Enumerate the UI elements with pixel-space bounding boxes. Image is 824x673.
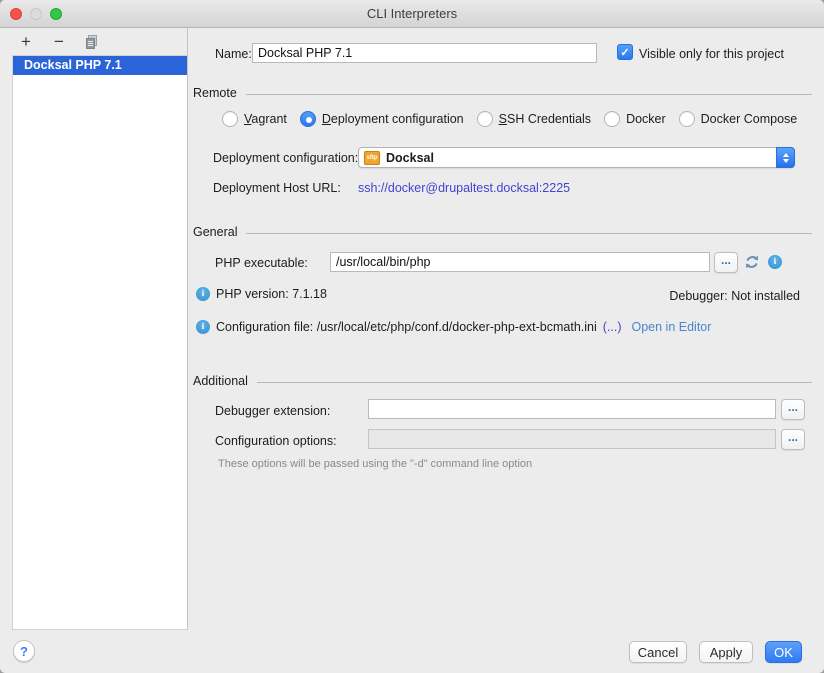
radio-deployment-label: Deployment configuration xyxy=(322,112,464,126)
section-rule xyxy=(246,94,812,95)
debugger-status-text: Debugger: Not installed xyxy=(669,289,800,303)
info-icon: i xyxy=(196,287,210,301)
sftp-icon: sftp xyxy=(364,151,380,165)
remote-section-title: Remote xyxy=(193,86,237,100)
name-label: Name: xyxy=(215,47,252,61)
interpreter-list: Docksal PHP 7.1 xyxy=(12,55,187,630)
copy-interpreter-icon[interactable] xyxy=(82,32,102,52)
configuration-options-input[interactable] xyxy=(368,429,776,449)
php-version-text: PHP version: 7.1.18 xyxy=(216,287,327,301)
radio-docker-compose-label: Docker Compose xyxy=(701,112,798,126)
radio-docker-label: Docker xyxy=(626,112,666,126)
radio-vagrant[interactable]: Vagrant xyxy=(222,111,287,127)
options-note: These options will be passed using the "… xyxy=(218,458,532,470)
deployment-host-url-label: Deployment Host URL: xyxy=(213,181,341,195)
deployment-host-url-link[interactable]: ssh://docker@drupaltest.docksal:2225 xyxy=(358,181,570,195)
help-button[interactable]: ? xyxy=(13,640,35,662)
php-executable-browse-button[interactable]: ... xyxy=(714,252,738,273)
radio-circle-icon xyxy=(477,111,493,127)
show-full-path-link[interactable]: (...) xyxy=(603,320,622,334)
section-rule xyxy=(257,382,812,383)
radio-vagrant-label: Vagrant xyxy=(244,112,287,126)
configuration-options-browse-button[interactable]: ... xyxy=(781,429,805,450)
interpreter-list-item-selected[interactable]: Docksal PHP 7.1 xyxy=(13,56,187,75)
checkmark-icon: ✓ xyxy=(620,46,629,59)
configuration-file-text: Configuration file: /usr/local/etc/php/c… xyxy=(216,320,597,334)
reload-php-info-icon[interactable] xyxy=(744,254,760,270)
configuration-file-row: i Configuration file: /usr/local/etc/php… xyxy=(196,320,711,334)
cli-interpreters-dialog: CLI Interpreters + − Docksal PHP 7.1 Nam… xyxy=(0,0,824,673)
radio-deployment-configuration[interactable]: Deployment configuration xyxy=(300,111,464,127)
debugger-extension-browse-button[interactable]: ... xyxy=(781,399,805,420)
php-executable-label: PHP executable: xyxy=(215,256,308,270)
configuration-options-label: Configuration options: xyxy=(215,434,337,448)
debugger-extension-label: Debugger extension: xyxy=(215,404,330,418)
deployment-configuration-value: Docksal xyxy=(386,151,434,165)
php-executable-input[interactable] xyxy=(330,252,710,272)
interpreter-list-toolbar: + − xyxy=(16,31,102,53)
open-in-editor-link[interactable]: Open in Editor xyxy=(632,320,712,334)
general-section-header: General xyxy=(193,225,812,239)
debugger-extension-input[interactable] xyxy=(368,399,776,419)
general-section-title: General xyxy=(193,225,237,239)
radio-ssh-credentials[interactable]: SSH Credentials xyxy=(477,111,591,127)
info-icon: i xyxy=(196,320,210,334)
additional-section-header: Additional xyxy=(193,374,812,388)
section-rule xyxy=(246,233,812,234)
remote-section-header: Remote xyxy=(193,86,812,100)
ok-button[interactable]: OK xyxy=(765,641,802,663)
visible-only-label: Visible only for this project xyxy=(639,47,784,61)
radio-docker-compose[interactable]: Docker Compose xyxy=(679,111,798,127)
radio-selected-icon xyxy=(300,111,316,127)
apply-button[interactable]: Apply xyxy=(699,641,753,663)
radio-docker[interactable]: Docker xyxy=(604,111,666,127)
remove-interpreter-button[interactable]: − xyxy=(49,32,69,52)
additional-section-title: Additional xyxy=(193,374,248,388)
visible-only-checkbox[interactable]: ✓ xyxy=(617,44,633,60)
radio-circle-icon xyxy=(604,111,620,127)
radio-ssh-label: SSH Credentials xyxy=(499,112,591,126)
window-title: CLI Interpreters xyxy=(0,0,824,28)
deployment-configuration-label: Deployment configuration: xyxy=(213,151,358,165)
radio-circle-icon xyxy=(222,111,238,127)
name-input[interactable] xyxy=(252,43,597,63)
php-executable-info-icon[interactable]: i xyxy=(768,255,782,269)
add-interpreter-button[interactable]: + xyxy=(16,32,36,52)
sidebar-divider xyxy=(187,28,188,630)
php-version-row: i PHP version: 7.1.18 xyxy=(196,287,327,301)
dropdown-stepper-icon[interactable] xyxy=(776,147,795,168)
cancel-button[interactable]: Cancel xyxy=(629,641,687,663)
deployment-configuration-select[interactable]: sftp Docksal xyxy=(358,147,795,168)
title-bar: CLI Interpreters xyxy=(0,0,824,28)
remote-type-radio-group: Vagrant Deployment configuration SSH Cre… xyxy=(222,111,824,127)
radio-circle-icon xyxy=(679,111,695,127)
